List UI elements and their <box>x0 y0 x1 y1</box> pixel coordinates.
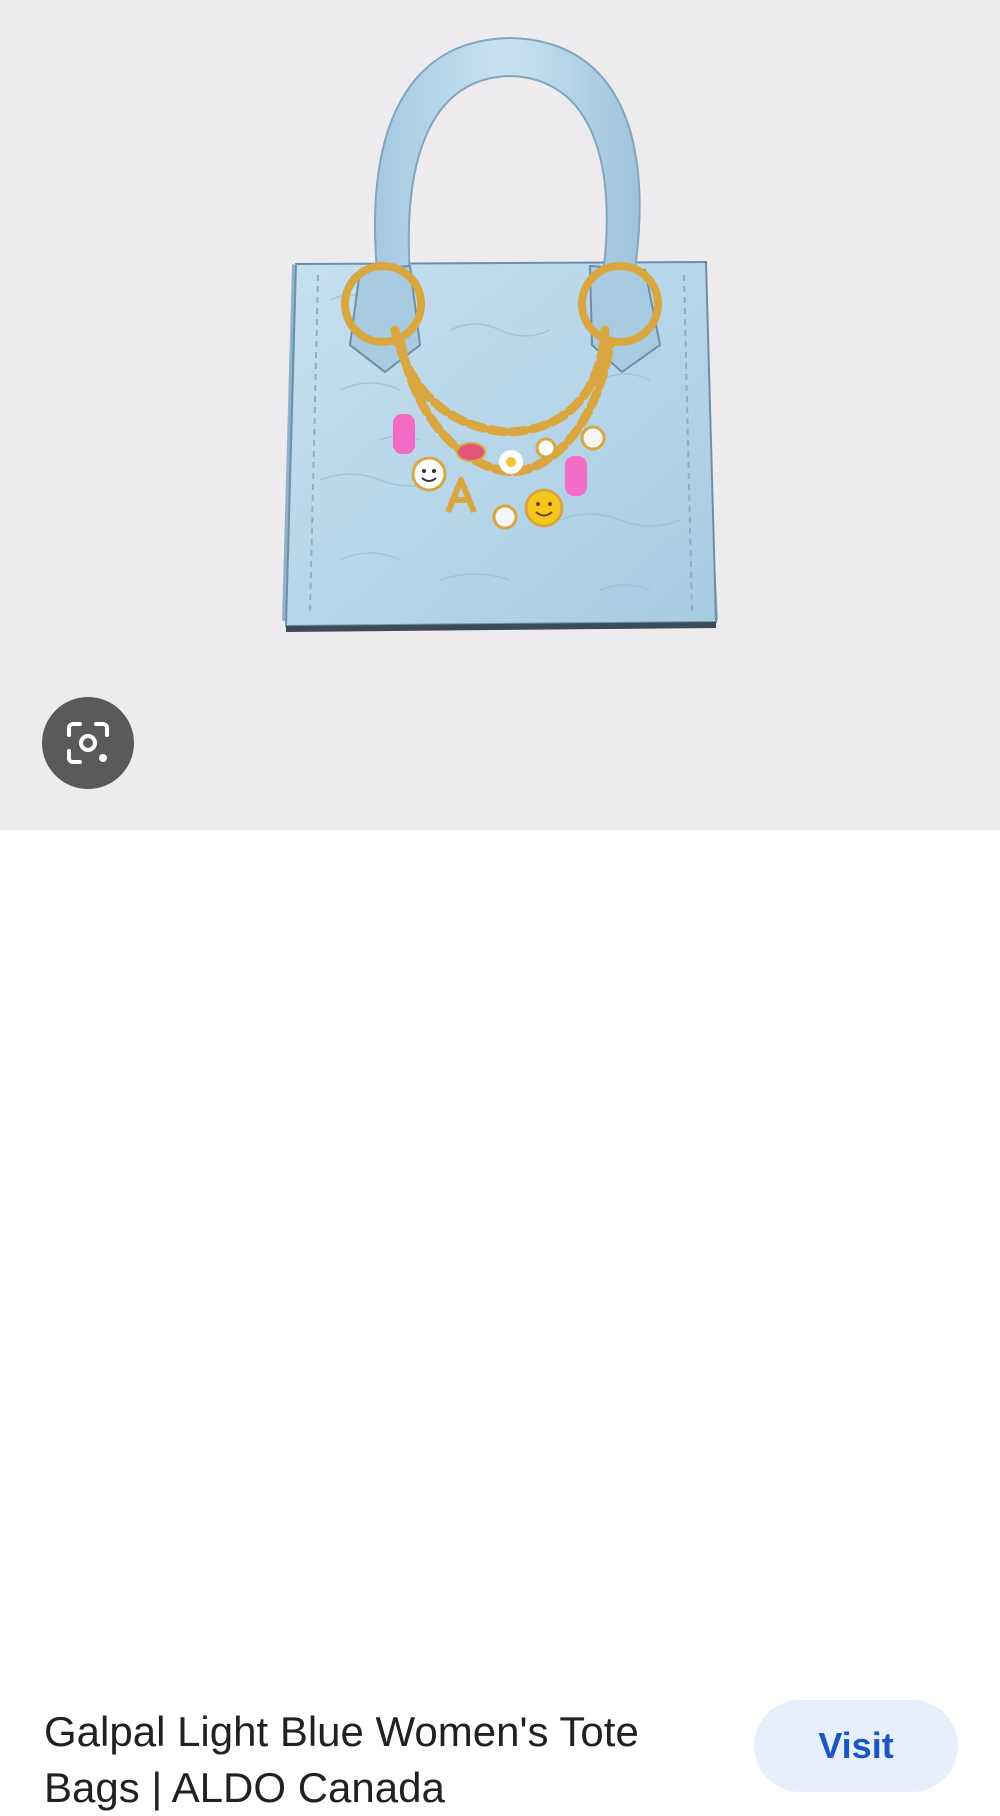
result-title[interactable]: Galpal Light Blue Women's Tote Bags | AL… <box>44 1704 734 1816</box>
visit-button[interactable]: Visit <box>754 1700 958 1792</box>
google-lens-button[interactable] <box>42 697 134 789</box>
product-image <box>282 36 718 632</box>
result-footer: Galpal Light Blue Women's Tote Bags | AL… <box>0 830 1000 1811</box>
product-image-area[interactable] <box>0 0 1000 830</box>
lens-icon <box>67 722 109 764</box>
